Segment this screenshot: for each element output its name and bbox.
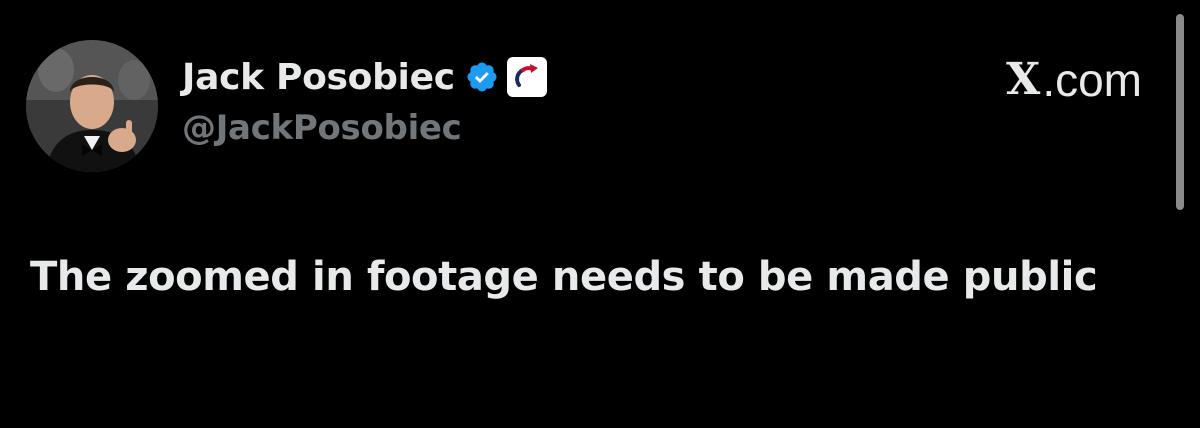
source-label: X .com xyxy=(1006,52,1142,108)
author-display-name[interactable]: Jack Posobiec xyxy=(182,57,455,98)
source-domain: .com xyxy=(1042,54,1142,106)
scrollbar[interactable] xyxy=(1176,14,1184,210)
verified-badge-icon xyxy=(465,60,499,94)
author-header: Jack Posobiec @JackPosobiec xyxy=(182,52,547,148)
author-name-row: Jack Posobiec xyxy=(182,52,547,102)
x-logo-icon: X xyxy=(1006,54,1041,105)
tweet-text: The zoomed in footage needs to be made p… xyxy=(30,254,1098,300)
avatar[interactable] xyxy=(26,40,158,172)
avatar-image xyxy=(26,40,158,172)
tweet-card: Jack Posobiec @JackPosobiec X .com The z… xyxy=(0,0,1200,428)
author-handle[interactable]: @JackPosobiec xyxy=(182,108,547,148)
affiliate-badge-icon[interactable] xyxy=(506,57,547,97)
